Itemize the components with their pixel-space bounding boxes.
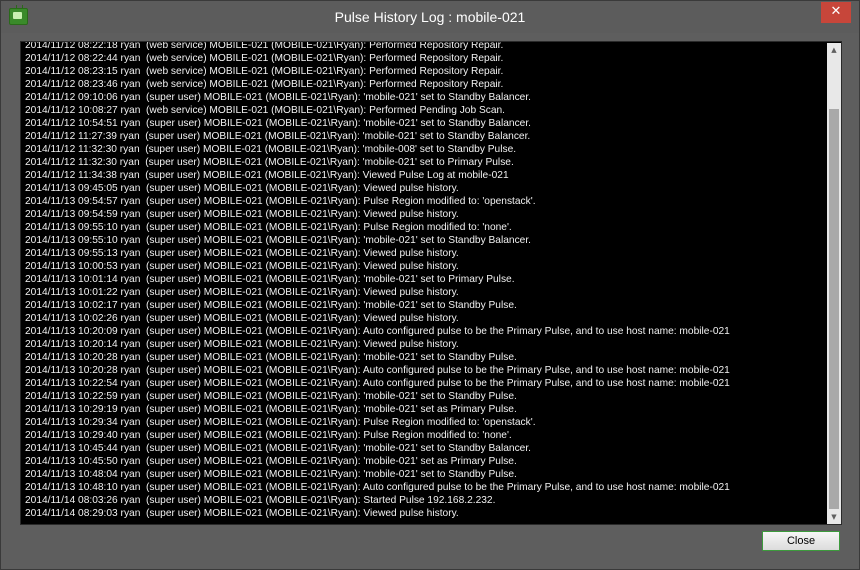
log-entry: 2014/11/13 10:29:19 ryan (super user) MO…	[25, 404, 517, 415]
pulse-history-window: Pulse History Log : mobile-021 ✕ 2014/11…	[0, 0, 860, 570]
log-entry: 2014/11/13 10:20:28 ryan (super user) MO…	[25, 352, 517, 363]
log-entry: 2014/11/13 10:20:28 ryan (super user) MO…	[25, 365, 730, 376]
log-entry: 2014/11/13 09:54:57 ryan (super user) MO…	[25, 196, 536, 207]
log-entry: 2014/11/12 11:32:30 ryan (super user) MO…	[25, 144, 517, 155]
log-entry: 2014/11/13 10:20:09 ryan (super user) MO…	[25, 326, 730, 337]
log-entry: 2014/11/12 11:32:30 ryan (super user) MO…	[25, 157, 514, 168]
log-lines: 2014/11/12 08:22:18 ryan (web service) M…	[25, 41, 825, 520]
close-icon: ✕	[830, 4, 842, 19]
log-entry: 2014/11/13 10:29:34 ryan (super user) MO…	[25, 417, 536, 428]
log-entry: 2014/11/14 08:03:26 ryan (super user) MO…	[25, 495, 496, 506]
log-entry: 2014/11/13 09:45:05 ryan (super user) MO…	[25, 183, 459, 194]
log-entry: 2014/11/13 09:55:10 ryan (super user) MO…	[25, 235, 531, 246]
log-entry: 2014/11/13 10:20:14 ryan (super user) MO…	[25, 339, 459, 350]
log-entry: 2014/11/13 10:29:40 ryan (super user) MO…	[25, 430, 512, 441]
log-entry: 2014/11/13 09:55:13 ryan (super user) MO…	[25, 248, 459, 259]
log-entry: 2014/11/13 10:01:22 ryan (super user) MO…	[25, 287, 459, 298]
title-bar[interactable]: Pulse History Log : mobile-021 ✕	[1, 1, 859, 33]
window-close-button[interactable]: ✕	[821, 2, 851, 23]
close-button[interactable]: Close	[762, 531, 840, 551]
log-entry: 2014/11/13 10:22:54 ryan (super user) MO…	[25, 378, 730, 389]
log-entry: 2014/11/13 10:02:26 ryan (super user) MO…	[25, 313, 459, 324]
log-entry: 2014/11/12 08:23:46 ryan (web service) M…	[25, 79, 504, 90]
log-entry: 2014/11/12 11:34:38 ryan (super user) MO…	[25, 170, 509, 181]
log-entry: 2014/11/13 09:54:59 ryan (super user) MO…	[25, 209, 459, 220]
window-title: Pulse History Log : mobile-021	[334, 9, 526, 25]
log-entry: 2014/11/12 08:22:18 ryan (web service) M…	[25, 41, 504, 51]
log-entry: 2014/11/12 11:27:39 ryan (super user) MO…	[25, 131, 531, 142]
log-entry: 2014/11/12 09:10:06 ryan (super user) MO…	[25, 92, 531, 103]
log-entry: 2014/11/13 09:55:10 ryan (super user) MO…	[25, 222, 512, 233]
log-entry: 2014/11/12 10:08:27 ryan (web service) M…	[25, 105, 506, 116]
log-entry: 2014/11/12 10:54:51 ryan (super user) MO…	[25, 118, 531, 129]
log-entry: 2014/11/13 10:48:04 ryan (super user) MO…	[25, 469, 517, 480]
scroll-down-icon[interactable]: ▼	[827, 510, 841, 524]
log-entry: 2014/11/13 10:22:59 ryan (super user) MO…	[25, 391, 517, 402]
log-entry: 2014/11/13 10:00:53 ryan (super user) MO…	[25, 261, 459, 272]
log-entry: 2014/11/14 08:29:03 ryan (super user) MO…	[25, 508, 459, 519]
log-entry: 2014/11/13 10:02:17 ryan (super user) MO…	[25, 300, 517, 311]
vertical-scrollbar[interactable]: ▲ ▼	[827, 43, 841, 524]
log-entry: 2014/11/13 10:45:44 ryan (super user) MO…	[25, 443, 531, 454]
log-panel[interactable]: 2014/11/12 08:22:18 ryan (web service) M…	[20, 41, 842, 525]
log-entry: 2014/11/12 08:23:15 ryan (web service) M…	[25, 66, 504, 77]
log-entry: 2014/11/12 08:22:44 ryan (web service) M…	[25, 53, 504, 64]
log-entry: 2014/11/13 10:45:50 ryan (super user) MO…	[25, 456, 517, 467]
log-entry: 2014/11/13 10:48:10 ryan (super user) MO…	[25, 482, 730, 493]
log-entry: 2014/11/13 10:01:14 ryan (super user) MO…	[25, 274, 515, 285]
scroll-up-icon[interactable]: ▲	[827, 43, 841, 57]
scrollbar-thumb[interactable]	[829, 109, 839, 509]
